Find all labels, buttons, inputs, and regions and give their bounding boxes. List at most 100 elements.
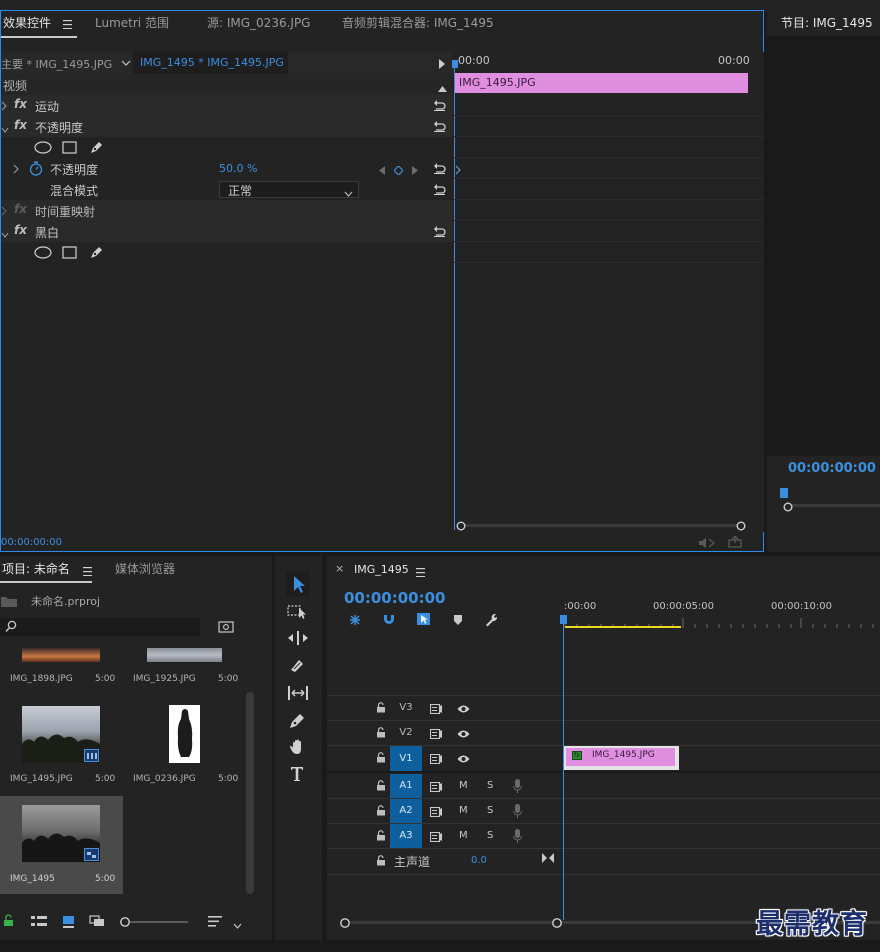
track-header-master[interactable]: 主声道 0.0 [327, 849, 563, 874]
master-volume-value[interactable]: 0.0 [471, 855, 487, 866]
microphone-icon[interactable] [513, 804, 522, 821]
program-playhead-marker[interactable] [780, 488, 788, 498]
fx-badge[interactable]: fx [14, 118, 27, 132]
track-header-v1[interactable]: V1 [327, 746, 563, 771]
collapse-up-icon[interactable] [438, 81, 447, 95]
stopwatch-icon[interactable] [29, 161, 43, 179]
opacity-param-row[interactable]: 不透明度 50.0 % [1, 158, 453, 179]
expand-chevron-icon[interactable] [1, 205, 7, 219]
timeline-scroll-handle-left[interactable] [339, 917, 351, 932]
panel-menu-icon[interactable] [83, 565, 92, 579]
mini-clip-bar[interactable]: IMG_1495.JPG [455, 73, 748, 93]
mute-button[interactable]: M [459, 780, 468, 791]
program-monitor-title[interactable]: 节目: IMG_1495 [781, 11, 873, 35]
program-scroll-handle[interactable] [783, 501, 793, 515]
motion-row[interactable]: fx 运动 [1, 95, 453, 116]
effect-mini-timeline[interactable]: 00:00 00:00 IMG_1495.JPG [452, 52, 764, 532]
expand-chevron-icon[interactable] [1, 100, 7, 114]
eye-icon[interactable] [457, 703, 470, 717]
program-timecode[interactable]: 00:00:00:00 [788, 461, 876, 476]
lock-track-icon[interactable] [376, 780, 386, 794]
track-header-a3[interactable]: A3 M S [327, 824, 563, 848]
reset-icon[interactable] [433, 225, 446, 237]
blend-mode-select[interactable]: 正常 [219, 181, 359, 198]
black-white-row[interactable]: fx 黑白 [1, 221, 453, 242]
list-view-icon[interactable] [31, 916, 47, 930]
pen-tool-icon[interactable] [288, 712, 306, 733]
project-item[interactable]: IMG_1898.JPG 5:00 [0, 648, 123, 696]
chevron-down-icon[interactable] [233, 918, 242, 932]
project-search[interactable] [0, 618, 200, 636]
timeline-clip-v1[interactable]: fx IMG_1495.JPG [564, 746, 679, 770]
time-remap-row[interactable]: fx 时间重映射 [1, 200, 453, 221]
program-video-area[interactable] [767, 36, 880, 456]
sync-lock-icon[interactable] [429, 781, 442, 795]
clip-dropdown-icon[interactable] [121, 57, 131, 71]
nest-icon[interactable] [347, 613, 363, 630]
scroll-handle-right[interactable] [736, 520, 746, 534]
lock-track-icon[interactable] [376, 752, 386, 766]
lock-track-icon[interactable] [376, 702, 386, 716]
microphone-icon[interactable] [513, 829, 522, 846]
lock-track-icon[interactable] [376, 855, 386, 869]
timeline-playhead[interactable] [563, 620, 564, 920]
panel-divider[interactable] [272, 556, 275, 952]
mute-button[interactable]: M [459, 805, 468, 816]
effect-controls-timecode[interactable]: 00:00:00:00 [1, 537, 62, 548]
master-clip-label[interactable]: 主要 * IMG_1495.JPG [1, 56, 112, 72]
sync-lock-icon[interactable] [429, 806, 442, 820]
type-tool-icon[interactable] [289, 765, 307, 786]
program-scrollbar[interactable] [787, 504, 880, 507]
track-select-tool-icon[interactable] [287, 603, 309, 622]
project-item[interactable]: IMG_1495.JPG 5:00 [0, 698, 123, 794]
tab-project[interactable]: 项目: 未命名 [2, 557, 70, 581]
mute-button[interactable]: M [459, 830, 468, 841]
eye-icon[interactable] [457, 753, 470, 767]
prev-keyframe-icon[interactable] [379, 164, 385, 178]
tab-effect-controls[interactable]: 效果控件 [3, 11, 51, 35]
panel-divider[interactable] [764, 10, 767, 552]
panel-menu-icon[interactable] [63, 18, 72, 30]
sync-lock-icon[interactable] [429, 728, 442, 742]
sync-lock-icon[interactable] [429, 753, 442, 767]
ellipse-mask-icon[interactable] [34, 141, 52, 157]
sync-lock-icon[interactable] [429, 703, 442, 717]
add-keyframe-icon[interactable] [393, 164, 404, 178]
panel-divider[interactable] [0, 552, 880, 556]
tab-sequence[interactable]: IMG_1495 [354, 558, 409, 582]
reset-icon[interactable] [433, 99, 446, 111]
opacity-row[interactable]: fx 不透明度 [1, 116, 453, 137]
project-scrollbar[interactable] [246, 692, 254, 894]
rectangle-mask-icon[interactable] [62, 141, 77, 157]
add-marker-icon[interactable] [453, 614, 463, 629]
audio-only-icon[interactable] [698, 537, 716, 552]
track-target-a3[interactable]: A3 [390, 824, 422, 848]
lock-track-icon[interactable] [376, 830, 386, 844]
next-keyframe-icon[interactable] [412, 164, 418, 178]
export-icon[interactable] [728, 535, 742, 551]
mini-playhead[interactable] [454, 60, 455, 530]
razor-tool-icon[interactable] [288, 657, 306, 678]
lock-icon[interactable] [3, 914, 14, 930]
go-to-in-out-icon[interactable] [542, 852, 554, 866]
fx-badge[interactable]: fx [14, 97, 27, 111]
rectangle-mask-icon[interactable] [62, 246, 77, 262]
freeform-view-icon[interactable] [89, 915, 107, 931]
opacity-value[interactable]: 50.0 % [219, 162, 257, 175]
tab-source[interactable]: 源: IMG_0236.JPG [207, 11, 310, 35]
zoom-slider-handle[interactable] [119, 916, 131, 931]
pen-mask-icon[interactable] [89, 245, 104, 263]
fx-badge[interactable]: fx [14, 223, 27, 237]
expand-chevron-down-icon[interactable] [1, 227, 9, 241]
close-tab-icon[interactable]: × [335, 562, 344, 575]
lock-track-icon[interactable] [376, 727, 386, 741]
hand-tool-icon[interactable] [289, 738, 307, 759]
ripple-edit-tool-icon[interactable] [287, 630, 309, 649]
tab-media-browser[interactable]: 媒体浏览器 [115, 557, 175, 581]
reset-icon[interactable] [433, 162, 446, 174]
project-item[interactable]: IMG_0236.JPG 5:00 [123, 698, 246, 794]
track-header-v3[interactable]: V3 [327, 696, 563, 720]
eye-icon[interactable] [457, 728, 470, 742]
icon-view-icon[interactable] [62, 915, 75, 931]
zoom-slider[interactable] [122, 921, 188, 923]
